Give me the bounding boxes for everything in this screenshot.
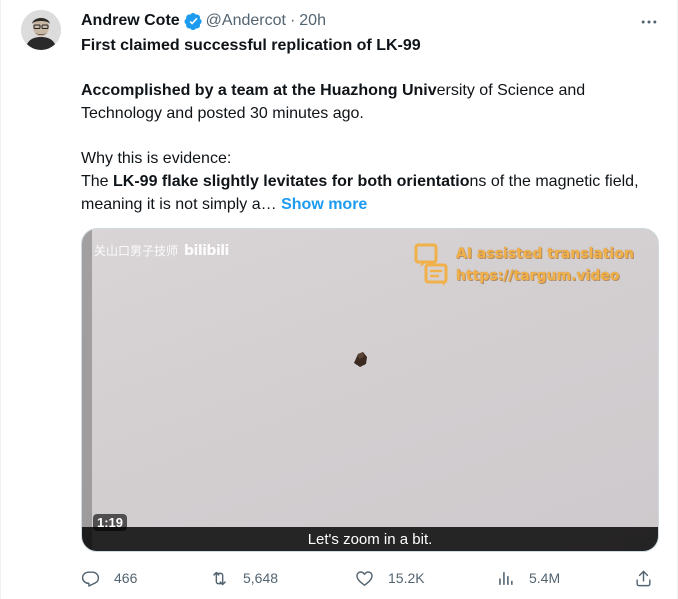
lk99-flake-image: [354, 352, 367, 367]
more-options-button[interactable]: [635, 10, 663, 34]
watermark-text: 关山口男子技师: [94, 244, 179, 258]
video-subtitle: Let's zoom in a bit.: [307, 531, 433, 548]
reply-count: 466: [114, 570, 138, 586]
overlay-title: AI assisted translation: [456, 246, 634, 262]
tweet-text-paragraph: Accomplished by a team at the Huazhong U…: [81, 79, 651, 125]
views-chart-icon: [499, 571, 513, 585]
more-icon: [641, 20, 657, 24]
tweet-card: Andrew Cote @Andercot · 20h First claime…: [0, 0, 678, 599]
retweet-icon: [213, 571, 226, 585]
tweet-text-normal: The: [81, 173, 114, 190]
tweet-text-bold: LK-99 flake slightly levitates for both …: [113, 173, 470, 190]
views-button[interactable]: 5.4M: [496, 566, 560, 590]
tweet-text-headline: First claimed successful replication of …: [81, 37, 421, 54]
video-watermark: 关山口男子技师 bilibili: [94, 242, 229, 259]
bilibili-logo: bilibili: [184, 242, 229, 259]
avatar[interactable]: [21, 10, 61, 50]
tweet-text-normal: Why this is evidence:: [81, 150, 232, 167]
like-button[interactable]: 15.2K: [355, 566, 425, 590]
tweet-actions-bar: 466 5,648 15.2K 5.4M: [81, 566, 659, 590]
translation-icon: [414, 243, 448, 286]
retweet-button[interactable]: 5,648: [210, 566, 278, 590]
share-icon: [636, 570, 651, 586]
share-button[interactable]: [634, 566, 653, 590]
like-count: 15.2K: [388, 570, 425, 586]
show-more-link[interactable]: Show more: [281, 196, 367, 213]
separator-dot: ·: [289, 12, 296, 29]
heart-icon: [356, 570, 373, 586]
video-duration-badge: 1:19: [93, 514, 128, 531]
overlay-url: https://targum.video: [456, 268, 620, 284]
verified-badge-icon: [184, 12, 203, 31]
video-edge-shade: [82, 229, 92, 551]
author-handle[interactable]: @Andercot: [206, 12, 286, 30]
tweet-header: Andrew Cote @Andercot · 20h: [81, 10, 326, 32]
tweet-text-paragraph: Why this is evidence: The LK-99 flake sli…: [81, 147, 651, 216]
video-player[interactable]: 关山口男子技师 bilibili AI assisted translation…: [81, 228, 659, 552]
translation-overlay: AI assisted translation https://targum.v…: [414, 243, 634, 287]
tweet-text-bold: Accomplished by a team at the Huazhong U…: [81, 82, 437, 99]
views-count: 5.4M: [529, 570, 561, 586]
tweet-timestamp[interactable]: 20h: [299, 12, 326, 30]
author-name[interactable]: Andrew Cote: [81, 12, 180, 30]
reply-icon: [81, 570, 100, 587]
reply-button[interactable]: 466: [81, 566, 137, 590]
retweet-count: 5,648: [243, 570, 279, 586]
